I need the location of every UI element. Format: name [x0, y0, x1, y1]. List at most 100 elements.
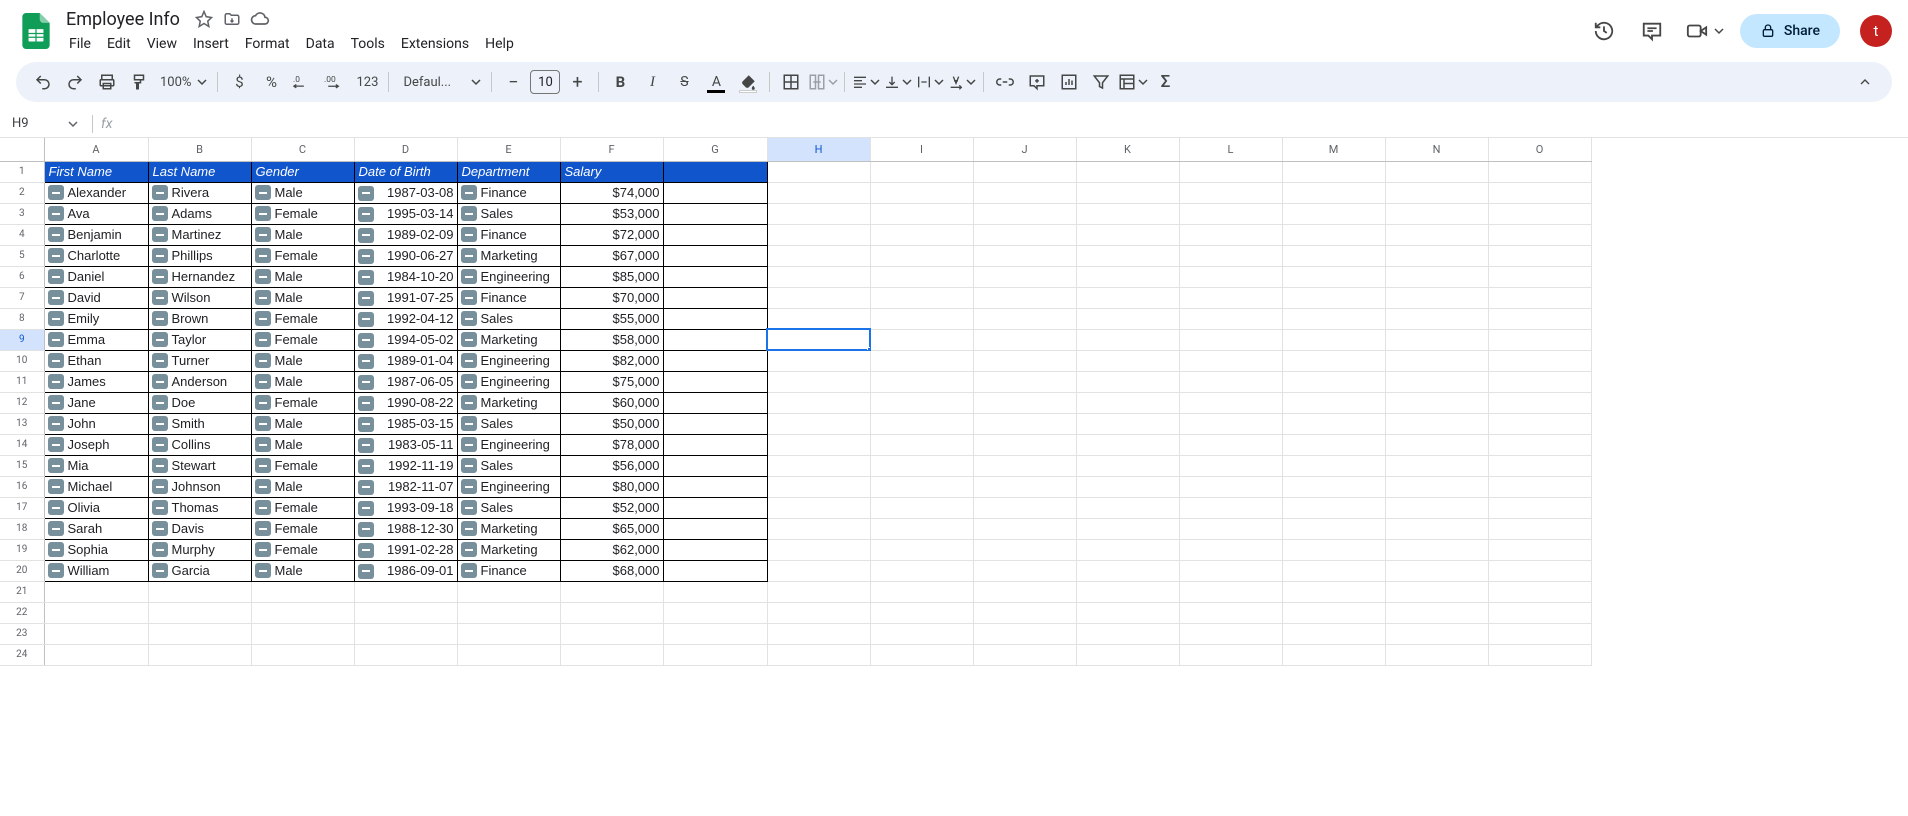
cell-N23[interactable] — [1385, 623, 1488, 644]
smart-chip-icon[interactable] — [48, 479, 64, 494]
smart-chip-icon[interactable] — [48, 437, 64, 452]
cell-I4[interactable] — [870, 224, 973, 245]
smart-chip-icon[interactable] — [461, 479, 477, 494]
cell-L4[interactable] — [1179, 224, 1282, 245]
smart-chip-icon[interactable] — [255, 332, 271, 347]
cell-E16[interactable]: Engineering — [457, 476, 560, 497]
smart-chip-icon[interactable] — [48, 458, 64, 473]
comments-icon[interactable] — [1632, 11, 1672, 51]
cell-H1[interactable] — [767, 161, 870, 182]
smart-chip-icon[interactable] — [461, 521, 477, 536]
italic-button[interactable]: I — [637, 67, 667, 97]
cell-C13[interactable]: Male — [251, 413, 354, 434]
cell-F22[interactable] — [560, 602, 663, 623]
cell-L20[interactable] — [1179, 560, 1282, 581]
cell-M19[interactable] — [1282, 539, 1385, 560]
smart-chip-icon[interactable] — [152, 332, 168, 347]
cell-O3[interactable] — [1488, 203, 1591, 224]
cell-H5[interactable] — [767, 245, 870, 266]
smart-chip-icon[interactable] — [152, 311, 168, 326]
cell-E20[interactable]: Finance — [457, 560, 560, 581]
cell-M4[interactable] — [1282, 224, 1385, 245]
col-header-G[interactable]: G — [663, 138, 767, 161]
cell-B14[interactable]: Collins — [148, 434, 251, 455]
cell-C3[interactable]: Female — [251, 203, 354, 224]
cell-B9[interactable]: Taylor — [148, 329, 251, 350]
smart-chip-icon[interactable] — [255, 563, 271, 578]
text-wrap-button[interactable] — [915, 67, 945, 97]
cell-O7[interactable] — [1488, 287, 1591, 308]
smart-chip-icon[interactable] — [358, 501, 374, 516]
smart-chip-icon[interactable] — [48, 332, 64, 347]
menu-format[interactable]: Format — [238, 32, 297, 56]
cell-E2[interactable]: Finance — [457, 182, 560, 203]
row-header-8[interactable]: 8 — [0, 308, 44, 329]
cell-F24[interactable] — [560, 644, 663, 665]
font-family-dropdown[interactable]: Defaul... — [395, 67, 485, 97]
cell-E24[interactable] — [457, 644, 560, 665]
cell-K6[interactable] — [1076, 266, 1179, 287]
smart-chip-icon[interactable] — [152, 542, 168, 557]
cell-F12[interactable]: $60,000 — [560, 392, 663, 413]
cell-F16[interactable]: $80,000 — [560, 476, 663, 497]
cell-H4[interactable] — [767, 224, 870, 245]
row-header-19[interactable]: 19 — [0, 539, 44, 560]
cell-A16[interactable]: Michael — [44, 476, 148, 497]
smart-chip-icon[interactable] — [461, 311, 477, 326]
smart-chip-icon[interactable] — [358, 522, 374, 537]
smart-chip-icon[interactable] — [461, 353, 477, 368]
row-header-7[interactable]: 7 — [0, 287, 44, 308]
functions-button[interactable]: Σ — [1150, 67, 1180, 97]
cell-M21[interactable] — [1282, 581, 1385, 602]
cell-A12[interactable]: Jane — [44, 392, 148, 413]
cell-L14[interactable] — [1179, 434, 1282, 455]
cell-G16[interactable] — [663, 476, 767, 497]
smart-chip-icon[interactable] — [255, 395, 271, 410]
menu-extensions[interactable]: Extensions — [394, 32, 476, 56]
row-header-15[interactable]: 15 — [0, 455, 44, 476]
cell-L24[interactable] — [1179, 644, 1282, 665]
cell-K17[interactable] — [1076, 497, 1179, 518]
cell-F21[interactable] — [560, 581, 663, 602]
cell-A20[interactable]: William — [44, 560, 148, 581]
cell-M7[interactable] — [1282, 287, 1385, 308]
cell-J13[interactable] — [973, 413, 1076, 434]
cell-J7[interactable] — [973, 287, 1076, 308]
fill-color-button[interactable] — [733, 67, 763, 97]
cell-K11[interactable] — [1076, 371, 1179, 392]
smart-chip-icon[interactable] — [461, 563, 477, 578]
smart-chip-icon[interactable] — [255, 542, 271, 557]
col-header-M[interactable]: M — [1282, 138, 1385, 161]
cell-B8[interactable]: Brown — [148, 308, 251, 329]
cell-O20[interactable] — [1488, 560, 1591, 581]
cell-O14[interactable] — [1488, 434, 1591, 455]
cell-G7[interactable] — [663, 287, 767, 308]
smart-chip-icon[interactable] — [255, 269, 271, 284]
cell-J20[interactable] — [973, 560, 1076, 581]
cell-H2[interactable] — [767, 182, 870, 203]
cell-K16[interactable] — [1076, 476, 1179, 497]
cell-B1[interactable]: Last Name — [148, 161, 251, 182]
cell-I23[interactable] — [870, 623, 973, 644]
font-size-increase[interactable]: + — [562, 67, 592, 97]
smart-chip-icon[interactable] — [255, 458, 271, 473]
cell-L11[interactable] — [1179, 371, 1282, 392]
cell-D4[interactable]: 1989-02-09 — [354, 224, 457, 245]
cell-F11[interactable]: $75,000 — [560, 371, 663, 392]
cell-H20[interactable] — [767, 560, 870, 581]
cell-N5[interactable] — [1385, 245, 1488, 266]
cell-E6[interactable]: Engineering — [457, 266, 560, 287]
cell-D18[interactable]: 1988-12-30 — [354, 518, 457, 539]
cell-K1[interactable] — [1076, 161, 1179, 182]
cell-G13[interactable] — [663, 413, 767, 434]
percent-button[interactable]: % — [256, 67, 286, 97]
chevron-down-icon[interactable] — [1714, 26, 1724, 36]
cell-C6[interactable]: Male — [251, 266, 354, 287]
cell-O9[interactable] — [1488, 329, 1591, 350]
smart-chip-icon[interactable] — [461, 542, 477, 557]
smart-chip-icon[interactable] — [461, 185, 477, 200]
cell-B3[interactable]: Adams — [148, 203, 251, 224]
collapse-toolbar-button[interactable] — [1850, 67, 1880, 97]
cell-K23[interactable] — [1076, 623, 1179, 644]
cell-D11[interactable]: 1987-06-05 — [354, 371, 457, 392]
